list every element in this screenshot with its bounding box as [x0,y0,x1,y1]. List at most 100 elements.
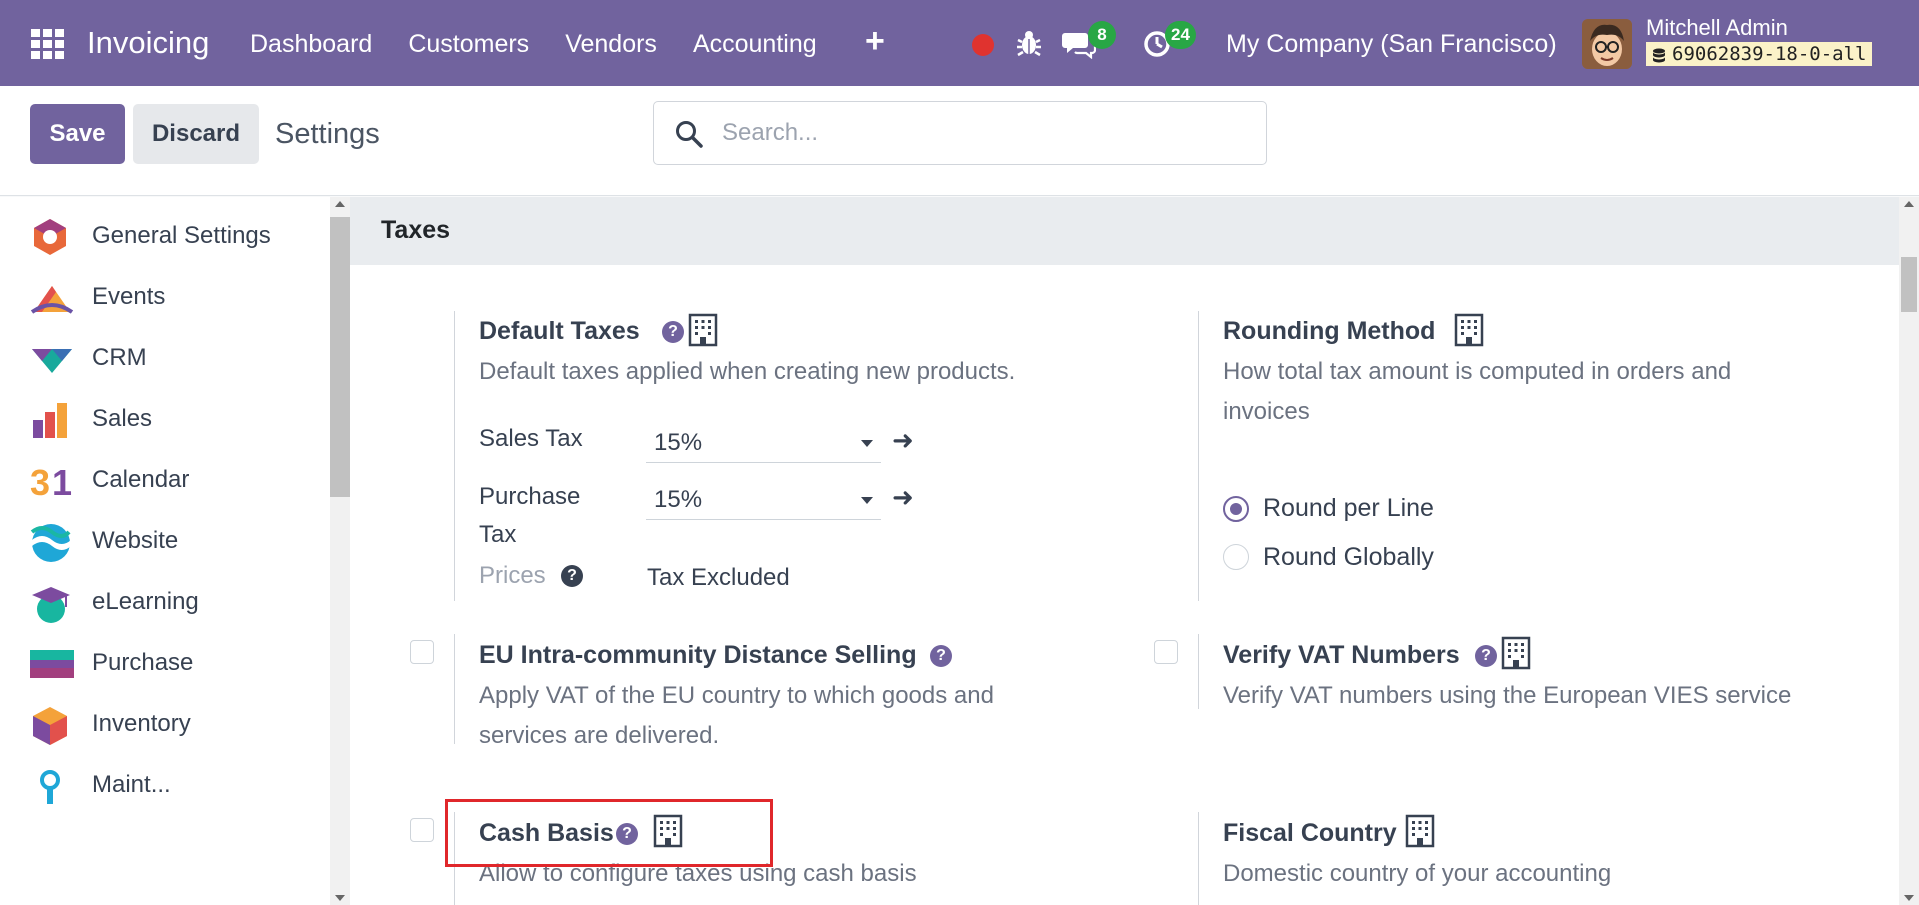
chevron-down-icon [861,497,873,504]
sidebar-item-label: Purchase [92,649,194,676]
verify-vat-checkbox[interactable] [1154,640,1178,664]
sidebar-scrollbar[interactable] [330,197,350,905]
divider [1198,812,1199,905]
sidebar-item-label: Calendar [92,466,190,493]
sidebar-item-elearning[interactable]: eLearning [0,571,328,631]
sidebar-item-label: Maint... [92,771,171,798]
calendar-icon: 3 1 [30,461,72,503]
help-icon[interactable]: ? [662,321,684,343]
sidebar-scroll-thumb[interactable] [330,217,350,497]
company-switcher[interactable]: My Company (San Francisco) [1226,30,1557,59]
eu-distance-selling-description: Apply VAT of the EU country to which goo… [479,676,994,756]
fiscal-country-title: Fiscal Country [1223,819,1397,847]
eu-distance-selling-title: EU Intra-community Distance Selling [479,641,917,669]
rounding-desc-line2: invoices [1223,398,1310,425]
round-globally-label[interactable]: Round Globally [1263,543,1434,572]
default-taxes-description: Default taxes applied when creating new … [479,358,1016,385]
settings-sidebar: General Settings Events CRM Sales 3 1 Ca… [0,197,330,905]
section-title: Taxes [381,216,451,244]
sidebar-item-general-settings[interactable]: General Settings [0,205,328,265]
sidebar-item-calendar[interactable]: 3 1 Calendar [0,449,328,509]
save-button[interactable]: Save [30,104,125,164]
user-name[interactable]: Mitchell Admin [1646,15,1788,41]
scroll-down-arrow-icon[interactable] [1904,895,1914,901]
database-name-badge: 69062839-18-0-all [1646,42,1873,69]
fiscal-country-description: Domestic country of your accounting [1223,860,1612,887]
sidebar-item-maintenance[interactable]: Maint... [0,754,328,814]
sidebar-item-events[interactable]: Events [0,266,328,326]
sidebar-item-label: Website [92,527,179,554]
menu-dashboard[interactable]: Dashboard [250,30,372,59]
app-brand[interactable]: Invoicing [87,25,209,61]
svg-text:1: 1 [52,462,72,501]
company-building-icon [688,313,718,352]
help-icon[interactable]: ? [930,645,952,667]
elearning-icon [30,583,70,623]
database-name-text: 69062839-18-0-all [1672,43,1867,65]
divider [454,812,455,905]
apps-menu-icon[interactable] [31,29,64,59]
sidebar-item-purchase[interactable]: Purchase [0,632,328,692]
user-avatar[interactable] [1582,19,1632,69]
svg-text:3: 3 [30,462,50,501]
sidebar-item-label: CRM [92,344,147,371]
record-icon[interactable] [972,34,994,56]
divider [454,311,455,601]
chat-count-badge: 8 [1088,21,1116,49]
purchase-tax-open-arrow-icon[interactable]: ➜ [892,482,914,513]
search-box[interactable] [653,101,1267,165]
cash-basis-description: Allow to configure taxes using cash basi… [479,860,917,887]
eu-distance-selling-checkbox[interactable] [410,640,434,664]
content-scrollbar[interactable] [1899,197,1919,905]
default-taxes-title: Default Taxes [479,317,640,345]
rounding-desc-line1: How total tax amount is computed in orde… [1223,358,1732,385]
help-icon[interactable]: ? [616,823,638,845]
general-settings-icon [30,217,70,257]
sidebar-item-sales[interactable]: Sales [0,388,328,448]
purchase-tax-label-line1: Purchase [479,483,581,510]
company-building-icon [1501,636,1531,675]
sales-tax-select[interactable]: 15% [646,423,881,463]
company-building-icon [653,814,683,853]
top-navbar: Invoicing Dashboard Customers Vendors Ac… [0,0,1919,86]
sales-tax-value: 15% [654,429,703,456]
settings-content: Taxes Default Taxes ? Default taxes appl… [350,197,1899,905]
sidebar-item-crm[interactable]: CRM [0,327,328,387]
sidebar-item-inventory[interactable]: Inventory [0,693,328,753]
discard-button[interactable]: Discard [133,104,259,164]
prices-label: Prices [479,562,546,589]
content-scroll-thumb[interactable] [1901,257,1917,312]
events-icon [30,278,74,318]
menu-customers[interactable]: Customers [408,30,529,59]
section-header: Taxes [350,197,1899,265]
menu-accounting[interactable]: Accounting [693,30,817,59]
help-icon[interactable]: ? [1475,645,1497,667]
eu-desc-line1: Apply VAT of the EU country to which goo… [479,682,994,709]
scroll-up-arrow-icon[interactable] [1904,201,1914,207]
bug-icon[interactable] [1016,28,1042,63]
round-per-line-label[interactable]: Round per Line [1263,494,1434,523]
purchase-tax-select[interactable]: 15% [646,480,881,520]
sidebar-item-website[interactable]: Website [0,510,328,570]
purchase-tax-label-line2: Tax [479,521,517,548]
activity-count-badge: 24 [1165,21,1196,49]
database-icon [1652,47,1666,69]
round-per-line-radio[interactable] [1223,496,1249,522]
scroll-down-arrow-icon[interactable] [335,895,345,901]
inventory-icon [30,705,70,745]
sales-tax-open-arrow-icon[interactable]: ➜ [892,425,914,456]
menu-vendors[interactable]: Vendors [565,30,657,59]
sidebar-item-label: Sales [92,405,153,432]
round-globally-radio[interactable] [1223,544,1249,570]
cash-basis-checkbox[interactable] [410,818,434,842]
scroll-up-arrow-icon[interactable] [335,201,345,207]
crm-icon [30,339,72,379]
company-building-icon [1454,313,1484,352]
sidebar-item-label: General Settings [92,222,271,249]
plus-icon[interactable]: + [865,22,885,61]
divider [454,634,455,744]
sales-icon [30,400,70,440]
help-icon[interactable]: ? [561,565,583,587]
page-title: Settings [275,118,380,150]
search-input[interactable] [722,114,1242,152]
